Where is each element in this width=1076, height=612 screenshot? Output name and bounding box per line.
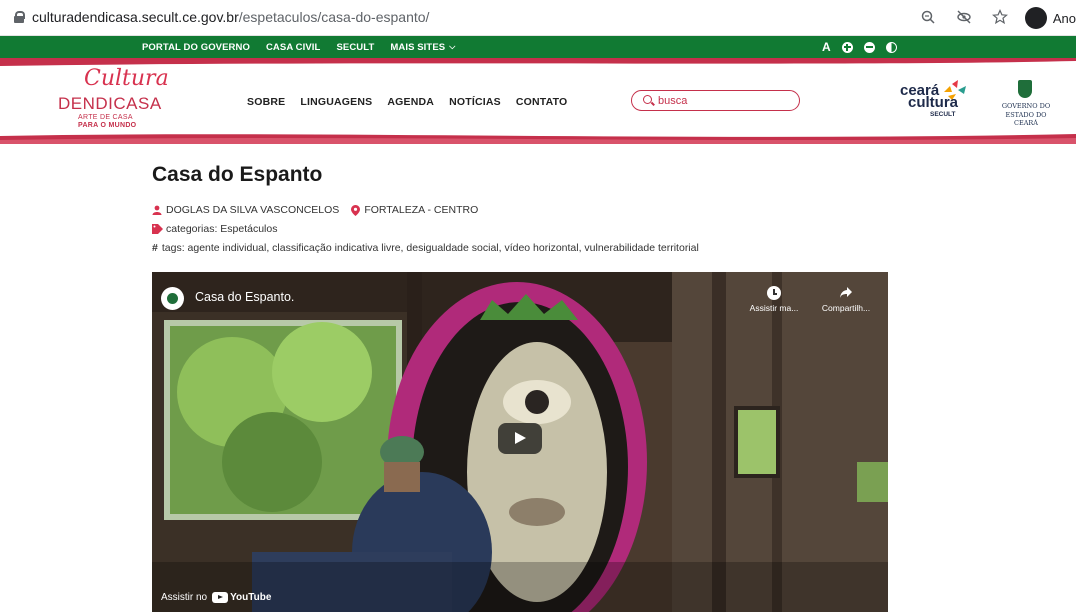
font-default-button[interactable]: A (822, 40, 831, 54)
logo-tagline-2: PARA O MUNDO (78, 122, 137, 129)
secult-link[interactable]: SECULT (336, 42, 374, 53)
font-increase-icon[interactable] (841, 41, 853, 53)
zoom-icon[interactable] (919, 9, 937, 27)
cultura-text: cultura (908, 94, 959, 111)
nav-noticias[interactable]: NOTÍCIAS (449, 96, 501, 108)
casa-civil-link[interactable]: CASA CIVIL (266, 42, 320, 53)
share-label: Compartilh... (821, 303, 871, 313)
watch-on-label: Assistir no (161, 591, 208, 603)
gov-logo-line1: GOVERNO DO (1001, 102, 1051, 110)
portal-governo-link[interactable]: PORTAL DO GOVERNO (142, 42, 250, 53)
profile-name[interactable]: Ano (1053, 11, 1076, 26)
font-decrease-icon[interactable] (863, 41, 875, 53)
search-input[interactable] (658, 93, 788, 108)
clock-icon (767, 286, 781, 300)
location-link[interactable]: FORTALEZA - CENTRO (364, 204, 478, 216)
search-icon[interactable] (643, 95, 652, 104)
url-path: /espetaculos/casa-do-espanto/ (238, 9, 430, 25)
nav-contato[interactable]: CONTATO (516, 96, 568, 108)
post-meta-tags: # tags: agente individual, classificação… (152, 242, 699, 254)
watch-later-label: Assistir ma... (749, 303, 799, 313)
youtube-wordmark: YouTube (230, 591, 272, 603)
search-box[interactable] (631, 90, 800, 111)
logo-script: Cultura (84, 66, 169, 91)
page-title: Casa do Espanto (152, 163, 323, 186)
gov-logo-line2: ESTADO DO CEARÁ (1005, 111, 1047, 127)
map-pin-icon (351, 204, 361, 216)
logo-tagline-1: ARTE DE CASA (78, 114, 133, 121)
lock-icon[interactable] (14, 11, 25, 23)
watch-on-youtube[interactable]: Assistir no YouTube (152, 582, 271, 612)
user-icon (152, 205, 162, 215)
main-nav: SOBRE LINGUAGENS AGENDA NOTÍCIAS CONTATO (247, 96, 582, 108)
mais-sites-link[interactable]: MAIS SITES (390, 42, 445, 53)
post-meta-categories: categorias: Espetáculos (152, 223, 277, 235)
post-meta-author-location: DOGLAS DA SILVA VASCONCELOS FORTALEZA - … (152, 204, 478, 216)
tag-icon (152, 224, 163, 234)
browser-address-bar[interactable]: culturadendicasa.secult.ce.gov.br/espeta… (0, 0, 1076, 36)
ceara-cultura-logo[interactable]: ceará cultura SECULT (898, 80, 970, 126)
eye-off-icon[interactable] (955, 9, 973, 27)
play-button[interactable] (498, 423, 542, 454)
hash-icon: # (152, 242, 158, 254)
share-arrow-icon (840, 287, 852, 298)
address-bar-actions: Ano (901, 0, 1076, 36)
tags-list[interactable]: tags: agente individual, classificação i… (162, 242, 699, 254)
secult-text: SECULT (930, 111, 956, 118)
chevron-down-icon[interactable]: ⌵ (449, 42, 455, 52)
nav-sobre[interactable]: SOBRE (247, 96, 285, 108)
author-link[interactable]: DOGLAS DA SILVA VASCONCELOS (166, 204, 339, 216)
nav-agenda[interactable]: AGENDA (387, 96, 434, 108)
state-shield-icon (1018, 80, 1032, 98)
government-links: PORTAL DO GOVERNO CASA CIVIL SECULT MAIS… (142, 36, 471, 58)
video-title[interactable]: Casa do Espanto. (195, 290, 294, 304)
watch-later-button[interactable]: Assistir ma... (748, 286, 800, 313)
categories-link[interactable]: categorias: Espetáculos (166, 223, 277, 235)
nav-linguagens[interactable]: LINGUAGENS (300, 96, 372, 108)
url-text[interactable]: culturadendicasa.secult.ce.gov.br/espeta… (32, 9, 429, 25)
header-bottom-wave (0, 134, 1076, 144)
government-bar: PORTAL DO GOVERNO CASA CIVIL SECULT MAIS… (0, 36, 1076, 58)
star-icon[interactable] (991, 9, 1009, 27)
url-host: culturadendicasa.secult.ce.gov.br (32, 9, 239, 25)
youtube-video-embed[interactable]: Casa do Espanto. Assistir ma... Comparti… (152, 272, 888, 612)
accessibility-controls: A (822, 36, 908, 58)
contrast-icon[interactable] (885, 41, 897, 53)
profile-avatar[interactable] (1024, 7, 1047, 29)
governo-ceara-logo[interactable]: GOVERNO DO ESTADO DO CEARÁ (994, 80, 1064, 130)
share-button[interactable]: Compartilh... (816, 286, 876, 313)
logo-brand: DENDICASA (58, 94, 162, 113)
youtube-play-icon (212, 591, 229, 603)
channel-avatar[interactable] (161, 287, 184, 310)
site-logo[interactable]: Cultura DENDICASA ARTE DE CASA PARA O MU… (58, 66, 169, 130)
